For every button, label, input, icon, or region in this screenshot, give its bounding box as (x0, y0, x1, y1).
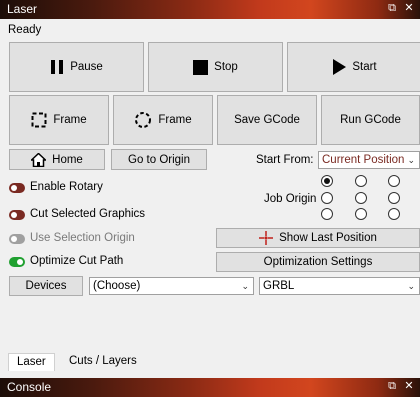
laser-title-bar: Laser ⧉ ✕ (0, 0, 420, 19)
float-window-icon[interactable]: ⧉ (386, 2, 398, 15)
frame-rect-icon (31, 112, 47, 128)
float-window-icon[interactable]: ⧉ (386, 380, 398, 393)
device-select-value: (Choose) (93, 280, 141, 292)
use-selection-origin-toggle[interactable] (9, 234, 25, 244)
console-title-bar: Console ⧉ ✕ (0, 378, 420, 397)
save-gcode-label: Save GCode (234, 114, 300, 126)
enable-rotary-toggle[interactable] (9, 183, 25, 193)
start-label: Start (352, 61, 377, 73)
pause-label: Pause (70, 61, 103, 73)
tab-cuts-layers[interactable]: Cuts / Layers (61, 353, 145, 371)
tab-cuts-layers-label: Cuts / Layers (69, 355, 137, 367)
chevron-down-icon: ⌄ (407, 281, 415, 291)
panel-tab-bar: Laser Cuts / Layers (0, 350, 420, 374)
run-gcode-label: Run GCode (340, 114, 401, 126)
pause-button[interactable]: Pause (9, 42, 144, 92)
job-origin-radio-bottom-right[interactable] (388, 208, 400, 220)
pause-icon (51, 60, 64, 74)
controller-select-value: GRBL (263, 280, 295, 292)
frame-round-button[interactable]: Frame (113, 95, 213, 145)
optimize-cut-path-toggle[interactable] (9, 257, 25, 267)
job-origin-radio-middle-left[interactable] (321, 192, 333, 204)
start-from-value: Current Position (322, 154, 405, 166)
start-from-select[interactable]: Current Position ⌄ (318, 151, 420, 169)
stop-button[interactable]: Stop (148, 42, 283, 92)
chevron-down-icon: ⌄ (241, 281, 249, 291)
use-selection-origin-label: Use Selection Origin (30, 232, 135, 244)
optimize-cut-path-label: Optimize Cut Path (30, 255, 124, 267)
job-origin-radio-top-right[interactable] (388, 175, 400, 187)
frame-rect-label: Frame (53, 114, 87, 126)
close-icon[interactable]: ✕ (403, 380, 415, 393)
job-origin-radio-bottom-left[interactable] (321, 208, 333, 220)
show-last-position-label: Show Last Position (279, 232, 377, 244)
console-window-title: Console (7, 380, 52, 394)
show-last-position-button[interactable]: Show Last Position (216, 228, 420, 248)
home-label: Home (52, 153, 83, 166)
device-select[interactable]: (Choose) ⌄ (89, 277, 254, 295)
devices-label: Devices (25, 280, 67, 292)
job-origin-radio-middle-right[interactable] (388, 192, 400, 204)
controller-select[interactable]: GRBL ⌄ (259, 277, 420, 295)
go-to-origin-button[interactable]: Go to Origin (111, 149, 207, 170)
optimization-settings-label: Optimization Settings (263, 256, 373, 268)
start-from-label: Start From: (256, 154, 314, 166)
optimization-settings-button[interactable]: Optimization Settings (216, 252, 420, 272)
frame-round-icon (135, 112, 152, 128)
frame-rect-button[interactable]: Frame (9, 95, 109, 145)
go-to-origin-label: Go to Origin (128, 153, 190, 166)
frame-round-label: Frame (158, 114, 192, 126)
house-icon (31, 152, 47, 167)
chevron-down-icon: ⌄ (407, 155, 415, 165)
job-origin-radio-top-left[interactable] (321, 175, 333, 187)
close-icon[interactable]: ✕ (403, 2, 415, 15)
enable-rotary-label: Enable Rotary (30, 181, 103, 193)
status-text: Ready (8, 24, 42, 36)
play-icon (333, 59, 347, 75)
crosshair-icon (259, 231, 274, 245)
stop-label: Stop (214, 61, 238, 73)
job-origin-radio-bottom-center[interactable] (355, 208, 367, 220)
save-gcode-button[interactable]: Save GCode (217, 95, 317, 145)
cut-selected-graphics-toggle[interactable] (9, 210, 25, 220)
job-origin-radio-middle-center[interactable] (355, 192, 367, 204)
home-button[interactable]: Home (9, 149, 105, 170)
stop-icon (193, 59, 209, 75)
job-origin-label: Job Origin (264, 193, 317, 205)
job-origin-radio-top-center[interactable] (355, 175, 367, 187)
laser-window-title: Laser (7, 2, 38, 16)
tab-laser-label: Laser (17, 356, 46, 368)
cut-selected-graphics-label: Cut Selected Graphics (30, 208, 146, 220)
start-button[interactable]: Start (287, 42, 420, 92)
devices-button[interactable]: Devices (9, 276, 83, 296)
tab-laser[interactable]: Laser (8, 353, 55, 371)
run-gcode-button[interactable]: Run GCode (321, 95, 420, 145)
